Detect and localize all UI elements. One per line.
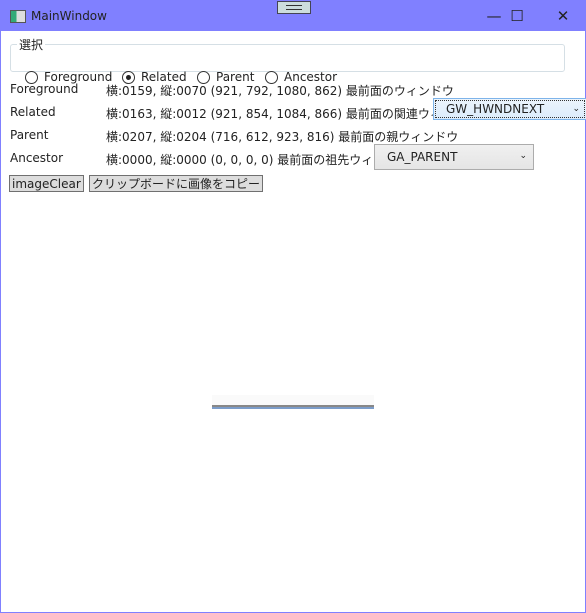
copy-to-clipboard-button[interactable]: クリップボードに画像をコピー [89,175,264,192]
combo-value: GA_PARENT [387,150,458,164]
foreground-value: 横:0159, 縦:0070 (921, 792, 1080, 862) 最前面… [106,84,454,98]
combo-value: GW_HWNDNEXT [446,102,545,116]
image-clear-button[interactable]: imageClear [9,175,84,192]
drag-handle[interactable] [277,1,311,14]
ancestor-label: Ancestor [10,151,64,165]
related-value: 横:0163, 縦:0012 (921, 854, 1084, 866) 最前面… [106,107,478,121]
window-title: MainWindow [31,9,107,23]
maximize-button[interactable]: ☐ [494,4,540,28]
close-button[interactable]: ✕ [540,4,586,28]
ancestor-combo[interactable]: GA_PARENT ⌄ [374,144,534,170]
chevron-down-icon: ⌄ [519,151,527,161]
related-combo[interactable]: GW_HWNDNEXT ⌄ [433,98,586,120]
foreground-label: Foreground [10,82,79,96]
title-bar[interactable]: MainWindow — ☐ ✕ [1,1,585,31]
selection-group: 選択 Foreground Related Parent Ancestor [10,36,565,84]
ancestor-value: 横:0000, 縦:0000 (0, 0, 0, 0) 最前面の祖先ウィンドウ [106,153,410,167]
parent-label: Parent [10,128,49,142]
main-window: MainWindow — ☐ ✕ 選択 Foreground Related P… [0,0,586,613]
captured-image [212,395,374,407]
related-label: Related [10,105,56,119]
chevron-down-icon: ⌄ [572,104,580,114]
parent-value: 横:0207, 縦:0204 (716, 612, 923, 816) 最前面の… [106,130,459,144]
app-icon [10,10,26,23]
group-legend: 選択 [19,38,44,52]
